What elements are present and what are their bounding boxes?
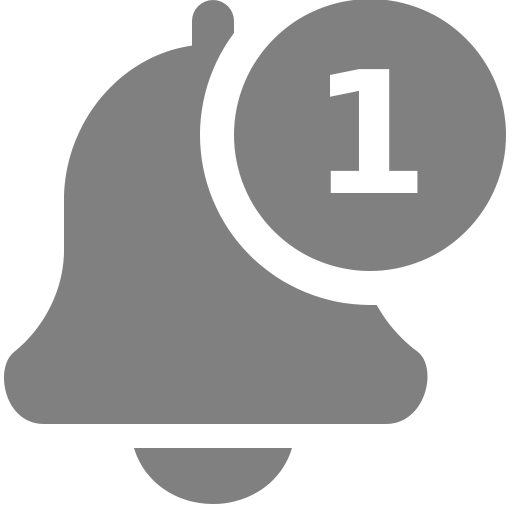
- notification-badge[interactable]: 1: [234, 0, 506, 271]
- notification-bell-svg: 1: [4, 0, 506, 504]
- badge-count: 1: [311, 36, 429, 234]
- bell-clapper: [134, 448, 292, 504]
- notification-bell-with-badge[interactable]: 1: [0, 0, 512, 512]
